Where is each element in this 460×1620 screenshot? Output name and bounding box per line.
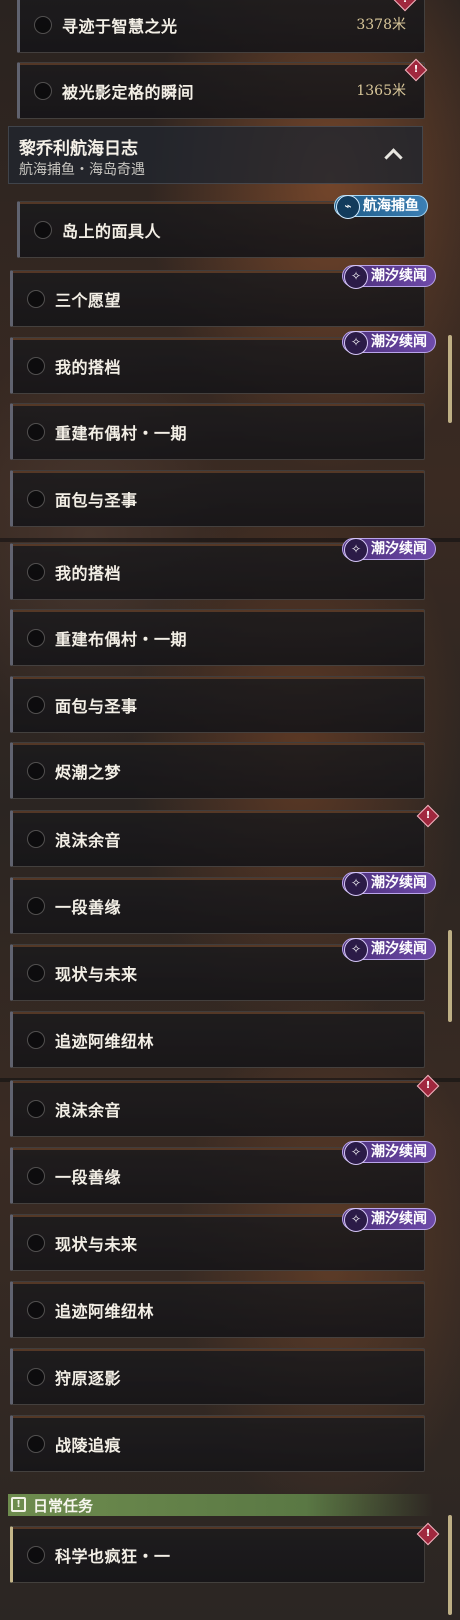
sea-fishing-badge: ⌁ 航海捕鱼 [334,195,428,219]
tide-badge: ✧ 潮汐续闻 [342,331,436,355]
quest-radio[interactable] [27,490,45,508]
category-title: 黎乔利航海日志 [19,139,138,159]
quest-label: 一段善缘 [55,898,122,917]
quest-item[interactable]: 重建布偶村・一期 [10,403,425,460]
badge-label: 潮汐续闻 [371,268,427,284]
quest-radio[interactable] [27,1100,45,1118]
quest-radio[interactable] [27,964,45,982]
quest-item[interactable]: 浪沫余音 [10,810,425,867]
quest-radio[interactable] [34,221,52,239]
daily-tasks-header[interactable]: ! 日常任务 [8,1494,433,1516]
quest-label: 现状与未来 [55,965,138,984]
tide-badge: ✧ 潮汐续闻 [342,1208,436,1232]
quest-distance: 1365米 [356,83,406,99]
badge-label: 潮汐续闻 [371,334,427,350]
quest-label: 我的搭档 [55,358,122,377]
quest-radio[interactable] [27,1301,45,1319]
badge-label: 潮汐续闻 [371,941,427,957]
quest-radio[interactable] [27,830,45,848]
quest-label: 面包与圣事 [55,491,138,510]
quest-radio[interactable] [27,290,45,308]
quest-category-header[interactable]: 黎乔利航海日志 航海捕鱼・海岛奇遇 [8,126,423,184]
tide-wave-icon: ✧ [344,938,368,962]
quest-label: 一段善缘 [55,1168,122,1187]
chevron-up-icon[interactable] [384,148,403,167]
quest-label: 岛上的面具人 [62,222,162,241]
tide-badge: ✧ 潮汐续闻 [342,538,436,562]
quest-item[interactable]: 被光影定格的瞬间 1365米 [17,62,425,119]
quest-distance: 3378米 [356,17,406,33]
quest-radio[interactable] [34,82,52,100]
fishing-icon: ⌁ [336,195,360,219]
quest-radio[interactable] [27,423,45,441]
quest-item[interactable]: 追迹阿维纽林 [10,1011,425,1068]
badge-label: 潮汐续闻 [371,875,427,891]
badge-label: 潮汐续闻 [371,541,427,557]
exclamation-box-icon: ! [11,1497,26,1512]
quest-label: 我的搭档 [55,564,122,583]
tide-wave-icon: ✧ [344,872,368,896]
quest-item[interactable]: 面包与圣事 [10,676,425,733]
tide-badge: ✧ 潮汐续闻 [342,938,436,962]
quest-label: 被光影定格的瞬间 [62,83,195,102]
scrollbar-thumb[interactable] [448,930,452,1022]
tide-badge: ✧ 潮汐续闻 [342,1141,436,1165]
quest-radio[interactable] [34,16,52,34]
tide-wave-icon: ✧ [344,331,368,355]
quest-item[interactable]: 烬潮之梦 [10,742,425,799]
tide-wave-icon: ✧ [344,1208,368,1232]
quest-radio[interactable] [27,1167,45,1185]
quest-radio[interactable] [27,762,45,780]
category-subtitle: 航海捕鱼・海岛奇遇 [19,162,145,178]
quest-label: 重建布偶村・一期 [55,424,188,443]
quest-item[interactable]: 追迹阿维纽林 [10,1281,425,1338]
scrollbar-thumb[interactable] [448,335,452,423]
quest-radio[interactable] [27,897,45,915]
quest-label: 科学也疯狂・一 [55,1547,171,1566]
quest-label: 面包与圣事 [55,697,138,716]
quest-radio[interactable] [27,1234,45,1252]
tide-wave-icon: ✧ [344,538,368,562]
quest-radio[interactable] [27,629,45,647]
quest-radio[interactable] [27,696,45,714]
quest-item[interactable]: 寻迹于智慧之光 3378米 [17,0,425,53]
quest-radio[interactable] [27,563,45,581]
quest-radio[interactable] [27,1546,45,1564]
quest-item[interactable]: 面包与圣事 [10,470,425,527]
quest-item[interactable]: 浪沫余音 [10,1080,425,1137]
quest-radio[interactable] [27,1031,45,1049]
badge-label: 潮汐续闻 [371,1144,427,1160]
tide-badge: ✧ 潮汐续闻 [342,872,436,896]
quest-radio[interactable] [27,1368,45,1386]
quest-label: 重建布偶村・一期 [55,630,188,649]
tide-wave-icon: ✧ [344,265,368,289]
badge-label: 潮汐续闻 [371,1211,427,1227]
quest-label: 浪沫余音 [55,1101,122,1120]
quest-label: 烬潮之梦 [55,763,122,782]
quest-label: 追迹阿维纽林 [55,1032,155,1051]
quest-item[interactable]: 狩原逐影 [10,1348,425,1405]
quest-item[interactable]: 战陵追痕 [10,1415,425,1472]
tide-badge: ✧ 潮汐续闻 [342,265,436,289]
badge-label: 航海捕鱼 [363,198,419,214]
quest-label: 追迹阿维纽林 [55,1302,155,1321]
quest-label: 狩原逐影 [55,1369,122,1388]
quest-label: 战陵追痕 [55,1436,122,1455]
quest-item[interactable]: 科学也疯狂・一 [10,1526,425,1583]
quest-radio[interactable] [27,1435,45,1453]
quest-radio[interactable] [27,357,45,375]
tide-wave-icon: ✧ [344,1141,368,1165]
scrollbar-thumb[interactable] [448,1515,452,1615]
quest-label: 现状与未来 [55,1235,138,1254]
daily-tasks-title: 日常任务 [33,1497,94,1515]
quest-label: 寻迹于智慧之光 [62,17,178,36]
quest-item[interactable]: 重建布偶村・一期 [10,609,425,666]
quest-label: 三个愿望 [55,291,122,310]
quest-label: 浪沫余音 [55,831,122,850]
